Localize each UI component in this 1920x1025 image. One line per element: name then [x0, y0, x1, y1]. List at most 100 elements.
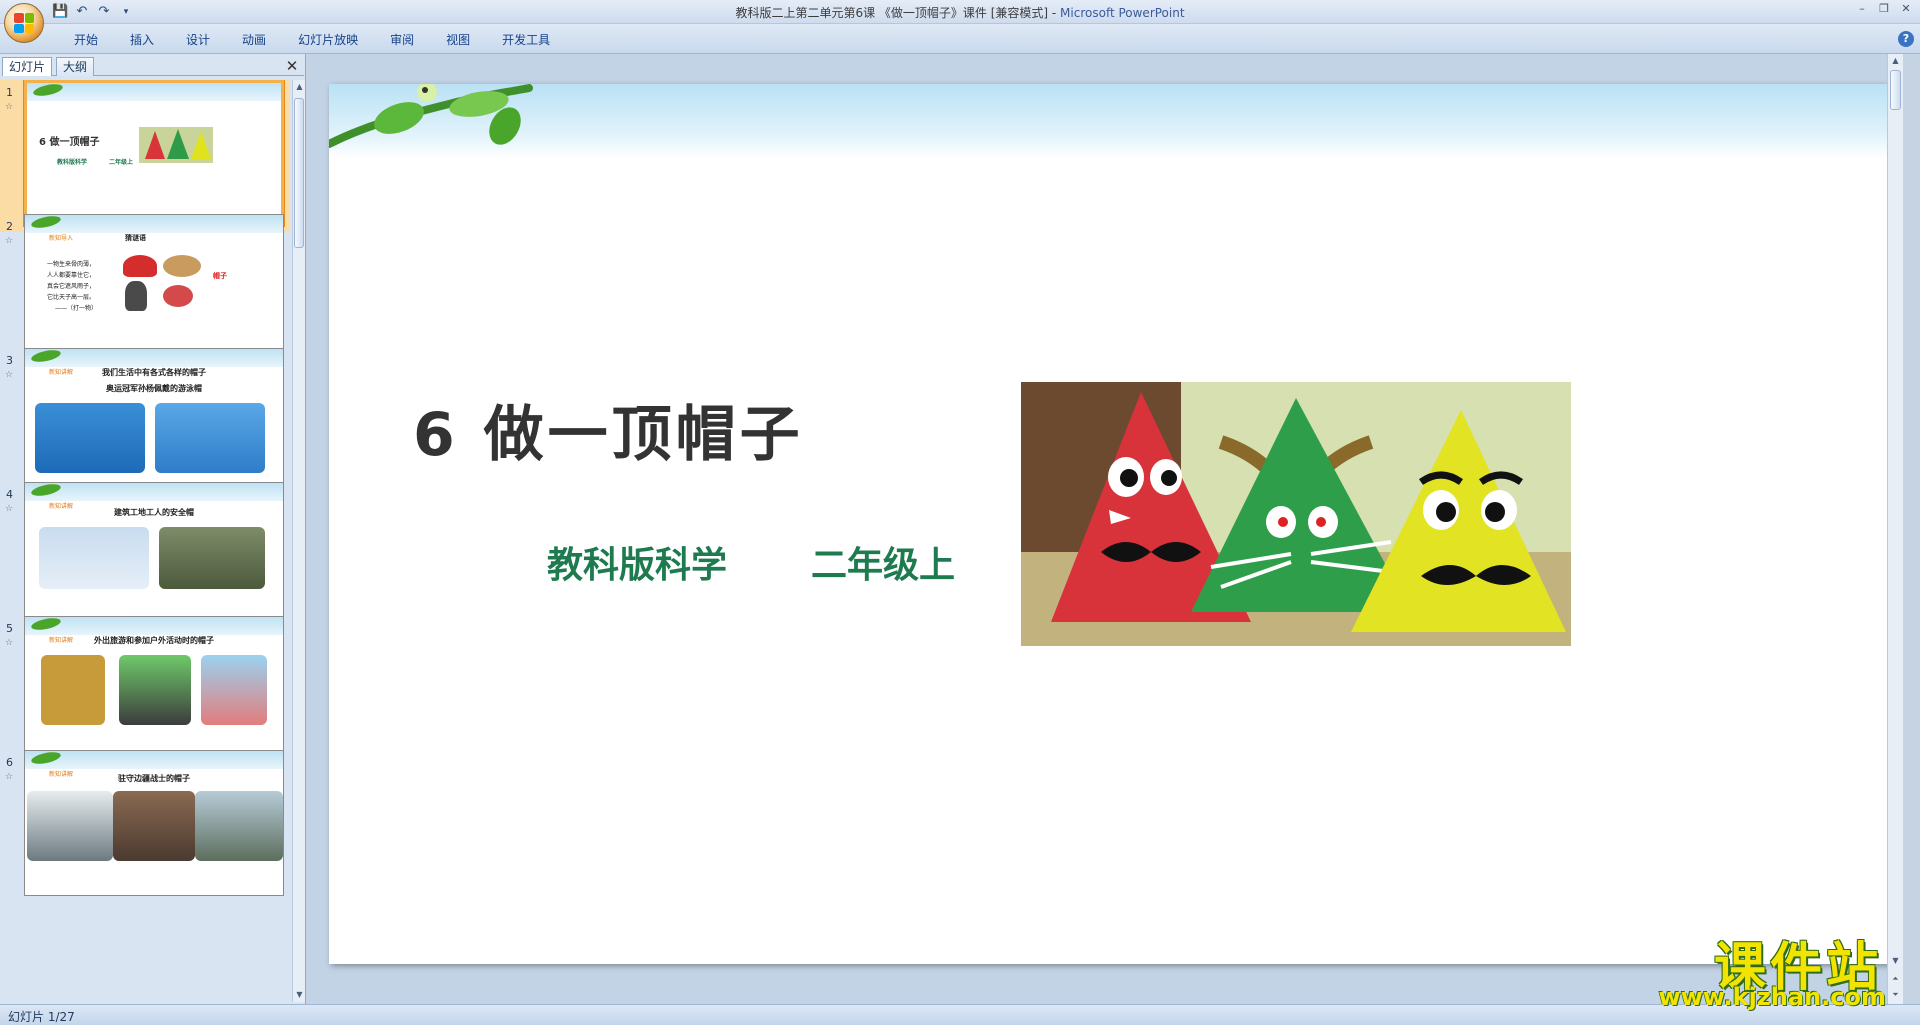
soldier-picture	[27, 791, 113, 861]
riddle-answer: 帽子	[213, 272, 227, 280]
thumbnail-header	[27, 83, 281, 101]
office-button[interactable]	[4, 3, 44, 43]
thumbnail-tag: 新知导入	[49, 235, 74, 242]
slide-scrollbar[interactable]: ▲ ▼ ⏶ ⏷	[1887, 54, 1903, 1004]
worker-picture	[39, 527, 149, 589]
slides-pane: 幻灯片 大纲 ✕ 1 ☆ 6 做一顶帽子 教科版科学 二年级上 2 ☆ 新知导入…	[0, 54, 306, 1004]
tab-outline[interactable]: 大纲	[56, 57, 95, 76]
thumbnail-slide-6[interactable]: 6 ☆ 新知讲解 驻守边疆战士的帽子	[0, 750, 290, 902]
restore-icon[interactable]: ❐	[1874, 2, 1894, 18]
vine-leaf-icon	[30, 483, 62, 499]
thumbnail-image: 6 做一顶帽子 教科版科学 二年级上	[23, 80, 285, 227]
document-title: 教科版二上第二单元第6课 《做一顶帽子》课件 [兼容模式] -	[735, 6, 1061, 20]
thumbnail-number: 6	[6, 756, 13, 769]
slide-counter: 幻灯片 1/27	[8, 1010, 75, 1024]
riddle-line: 一物生来骨肉薄，	[47, 261, 96, 268]
animation-star-icon: ☆	[5, 504, 14, 514]
thumbnail-header	[25, 483, 283, 501]
thumbnail-subject: 教科版科学	[57, 159, 88, 166]
riddle-text: 一物生来骨肉薄， 人人都要靠住它， 真会它遮风雨子， 它比天子高一层。 ——（打…	[47, 259, 97, 314]
paper-hats-picture[interactable]	[1021, 382, 1571, 646]
soldier-picture	[195, 791, 283, 861]
slide-editor: 6 做一顶帽子 教科版科学 二年级上 ▲ ▼ ⏶ ⏷	[307, 54, 1903, 1004]
window-title: 教科版二上第二单元第6课 《做一顶帽子》课件 [兼容模式] - Microsof…	[0, 4, 1920, 21]
thumbnail-slide-3[interactable]: 3 ☆ 新知讲解 我们生活中有各式各样的帽子 奥运冠军孙杨佩戴的游泳帽	[0, 348, 290, 500]
tab-home[interactable]: 开始	[58, 30, 114, 50]
vine-leaf-icon	[30, 617, 62, 633]
thumbnail-subheading: 奥运冠军孙杨佩戴的游泳帽	[106, 384, 202, 393]
tab-design[interactable]: 设计	[170, 30, 226, 50]
tab-animations[interactable]: 动画	[226, 30, 282, 50]
title-bar: 💾 ↶ ↷ ▾ 教科版二上第二单元第6课 《做一顶帽子》课件 [兼容模式] - …	[0, 0, 1920, 24]
scroll-up-icon[interactable]: ▲	[1889, 54, 1902, 68]
thumbnail-number: 4	[6, 488, 13, 501]
visor-picture	[119, 655, 191, 725]
thumbnail-number: 1	[6, 86, 13, 99]
thumbnail-slide-4[interactable]: 4 ☆ 新知讲解 建筑工地工人的安全帽	[0, 482, 290, 634]
slide-grade[interactable]: 二年级上	[811, 536, 955, 588]
thumbnail-scrollbar[interactable]: ▲ ▼	[292, 80, 305, 1002]
close-icon[interactable]: ✕	[1896, 2, 1916, 18]
swimmer-picture	[155, 403, 265, 473]
scrollbar-thumb[interactable]	[1890, 70, 1901, 110]
hats-picture	[139, 127, 213, 163]
slide-title[interactable]: 6 做一顶帽子	[413, 386, 804, 473]
thumbnail-heading: 我们生活中有各式各样的帽子	[102, 368, 206, 377]
thumbnail-slide-2[interactable]: 2 ☆ 新知导入 猜谜语 一物生来骨肉薄， 人人都要靠住它， 真会它遮风雨子， …	[0, 214, 290, 366]
scroll-up-icon[interactable]: ▲	[293, 80, 306, 94]
watermark-url: www.kjzhan.com	[1658, 983, 1886, 1011]
animation-star-icon: ☆	[5, 370, 14, 380]
scroll-down-icon[interactable]: ▼	[293, 988, 306, 1002]
scrollbar-thumb[interactable]	[294, 98, 304, 248]
office-logo-icon	[14, 13, 34, 33]
tab-slideshow[interactable]: 幻灯片放映	[282, 30, 374, 50]
thumbnail-number: 5	[6, 622, 13, 635]
thumbnail-image: 新知讲解 外出旅游和参加户外活动时的帽子	[24, 616, 284, 762]
thumbnail-slide-5[interactable]: 5 ☆ 新知讲解 外出旅游和参加户外活动时的帽子	[0, 616, 290, 768]
thumbnail-image: 新知讲解 我们生活中有各式各样的帽子 奥运冠军孙杨佩戴的游泳帽	[24, 348, 284, 494]
thumbnail-list: 1 ☆ 6 做一顶帽子 教科版科学 二年级上 2 ☆ 新知导入 猜谜语 一物生来…	[0, 80, 290, 1002]
tab-review[interactable]: 审阅	[374, 30, 430, 50]
tab-slides[interactable]: 幻灯片	[2, 57, 53, 76]
animation-star-icon: ☆	[5, 638, 14, 648]
riddle-line: 它比天子高一层。	[47, 294, 96, 301]
thumbnail-slide-1[interactable]: 1 ☆ 6 做一顶帽子 教科版科学 二年级上	[0, 80, 290, 232]
app-name: Microsoft PowerPoint	[1060, 6, 1185, 20]
vine-leaf-icon	[32, 83, 64, 99]
thumbnail-header	[25, 349, 283, 367]
tab-developer[interactable]: 开发工具	[486, 30, 566, 50]
thumbnail-number: 3	[6, 354, 13, 367]
slide-subject[interactable]: 教科版科学	[547, 536, 727, 588]
thumbnail-header	[25, 751, 283, 769]
help-icon[interactable]: ?	[1898, 31, 1914, 47]
watermark-logo: 课件站 www.kjzhan.com	[1659, 925, 1900, 1011]
close-pane-icon[interactable]: ✕	[284, 58, 300, 74]
ribbon: 开始 插入 设计 动画 幻灯片放映 审阅 视图 开发工具 ?	[0, 24, 1920, 54]
animation-star-icon: ☆	[5, 772, 14, 782]
tab-insert[interactable]: 插入	[114, 30, 170, 50]
thumbnail-heading: 猜谜语	[125, 234, 146, 242]
sun-hat-picture	[201, 655, 267, 725]
current-slide[interactable]: 6 做一顶帽子 教科版科学 二年级上	[329, 84, 1891, 964]
animation-star-icon: ☆	[5, 102, 14, 112]
helmet-picture	[163, 285, 193, 307]
cap-picture	[123, 255, 157, 277]
window-controls: – ❐ ✕	[1852, 2, 1916, 18]
straw-hat-picture	[163, 255, 201, 277]
minimize-icon[interactable]: –	[1852, 2, 1872, 18]
vine-leaf-decoration	[329, 84, 533, 148]
thumbnail-header	[25, 215, 283, 233]
thumbnail-grade: 二年级上	[109, 159, 134, 166]
pane-tabs: 幻灯片 大纲 ✕	[2, 56, 304, 76]
worker-picture	[159, 527, 265, 589]
swimmer-picture	[35, 403, 145, 473]
thumbnail-image: 新知导入 猜谜语 一物生来骨肉薄， 人人都要靠住它， 真会它遮风雨子， 它比天子…	[24, 214, 284, 360]
soldier-picture	[113, 791, 195, 861]
animation-star-icon: ☆	[5, 236, 14, 246]
thumbnail-heading: 驻守边疆战士的帽子	[118, 774, 190, 783]
vine-leaf-icon	[30, 215, 62, 231]
tab-view[interactable]: 视图	[430, 30, 486, 50]
riddle-line: 人人都要靠住它，	[47, 272, 96, 279]
riddle-line: ——（打一物）	[55, 305, 98, 312]
thumbnail-header	[25, 617, 283, 635]
